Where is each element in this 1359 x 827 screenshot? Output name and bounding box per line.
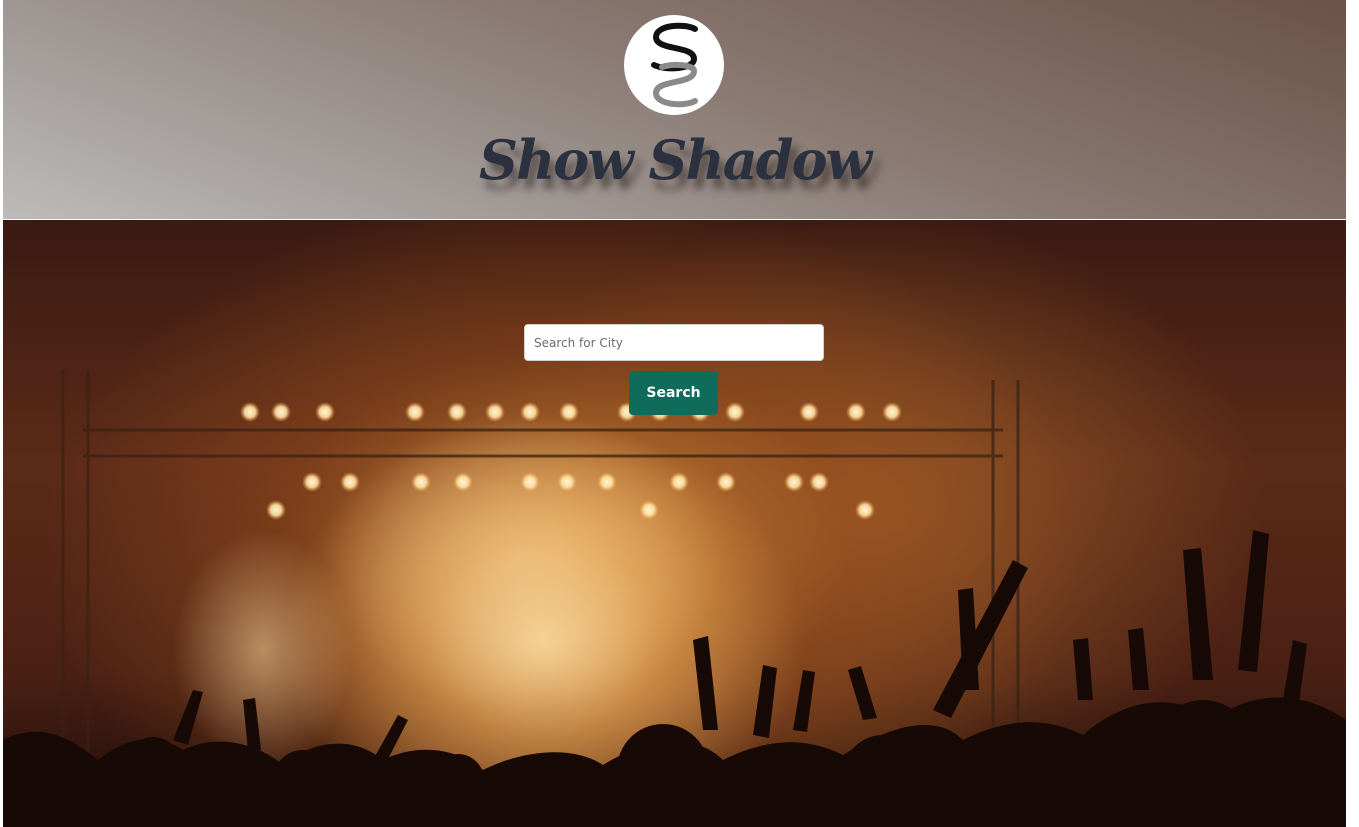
stage-light — [340, 472, 360, 492]
stage-light — [799, 402, 819, 422]
stage-light — [669, 472, 689, 492]
stage-light — [559, 402, 579, 422]
page: Show Shadow Search for City Search — [0, 0, 1359, 827]
site-header: Show Shadow — [3, 0, 1346, 219]
stage-light — [557, 472, 577, 492]
stage-light — [597, 472, 617, 492]
stage-light — [784, 472, 804, 492]
site-title: Show Shadow — [478, 128, 872, 192]
stage-light — [809, 472, 829, 492]
stage-light — [240, 402, 260, 422]
stage-light — [315, 402, 335, 422]
city-search-input[interactable] — [524, 324, 824, 361]
concert-crowd-image — [3, 370, 1346, 827]
search-button[interactable]: Search — [629, 371, 718, 415]
stage-light — [639, 500, 659, 520]
ss-monogram-icon — [624, 15, 724, 115]
stage-light — [405, 402, 425, 422]
stage-light — [716, 472, 736, 492]
stage-light — [411, 472, 431, 492]
stage-light — [302, 472, 322, 492]
stage-light — [882, 402, 902, 422]
stage-light — [725, 402, 745, 422]
stage-light — [855, 500, 875, 520]
hero-section: Search — [3, 220, 1346, 827]
stage-light — [520, 472, 540, 492]
stage-light — [846, 402, 866, 422]
stage-light — [447, 402, 467, 422]
stage-light — [453, 472, 473, 492]
stage-light — [485, 402, 505, 422]
stage-light — [271, 402, 291, 422]
stage-light — [520, 402, 540, 422]
stage-light — [266, 500, 286, 520]
logo-graphic — [651, 22, 698, 108]
